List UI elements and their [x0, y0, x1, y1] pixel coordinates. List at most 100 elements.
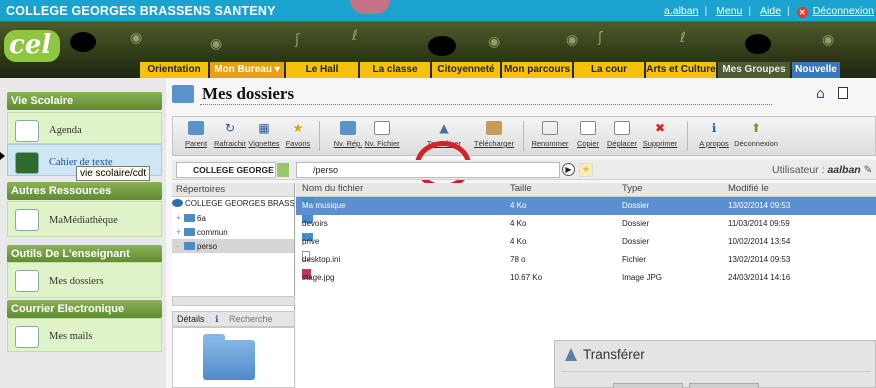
path-input[interactable]: /perso — [296, 162, 560, 178]
blackboard-icon — [15, 152, 39, 174]
tab-mon-bureau[interactable]: Mon Bureau ▾ — [210, 62, 284, 78]
sidebar-item-mes-dossiers[interactable]: Mes dossiers — [7, 262, 162, 298]
bookmark-star-icon[interactable]: ★ — [579, 163, 593, 177]
sidebar-section-outils-enseignant[interactable]: Outils De L'enseignant — [7, 245, 162, 263]
tab-la-cour[interactable]: La cour — [574, 62, 644, 78]
sidebar-item-mamediatheque[interactable]: MaMédiathèque — [7, 201, 162, 237]
column-name[interactable]: Nom du fichier — [302, 183, 363, 194]
decor-scribble-icon: ℓ — [680, 30, 686, 46]
tab-citoyennete[interactable]: Citoyenneté — [432, 62, 500, 78]
left-sidebar: Vie Scolaire Agenda Cahier de texte Autr… — [0, 78, 166, 388]
tree-item-6a[interactable]: +6a — [172, 211, 294, 225]
sidebar-item-agenda[interactable]: Agenda — [7, 112, 162, 144]
toolbar-divider — [523, 121, 524, 151]
folder-icon — [184, 214, 195, 222]
decor-scribble-icon: ℓ — [352, 28, 358, 44]
user-label: Utilisateur : aalban ✎ — [772, 164, 873, 176]
logout-icon[interactable]: ✕ — [796, 7, 808, 18]
tab-search[interactable]: Recherche — [225, 314, 277, 324]
dialog-button[interactable] — [613, 383, 683, 388]
tab-le-hall[interactable]: Le Hall — [286, 62, 358, 78]
parent-folder-icon — [188, 121, 204, 135]
column-size[interactable]: Taille — [510, 183, 532, 194]
column-type[interactable]: Type — [622, 183, 643, 194]
site-select[interactable]: COLLEGE GEORGE — [176, 162, 289, 178]
exit-icon: ⬆ — [750, 121, 762, 135]
folder-icon — [172, 85, 194, 103]
school-name: COLLEGE GEORGES BRASSENS SANTENY — [6, 4, 276, 18]
decor-eye-icon: ◉ — [822, 32, 835, 48]
help-link[interactable]: Aide — [758, 5, 783, 17]
toolbar-divider — [319, 121, 320, 151]
menu-link[interactable]: Menu — [714, 5, 744, 17]
cel-logo[interactable]: cel — [4, 30, 60, 62]
mail-icon — [15, 326, 39, 348]
dialog-title: Transférer — [583, 347, 645, 362]
new-folder-icon — [340, 121, 356, 135]
about-button[interactable]: ℹA propos — [691, 119, 737, 148]
tab-nouvelle[interactable]: Nouvelle — [792, 62, 840, 78]
large-folder-icon — [203, 334, 255, 380]
files-header: Nom du fichier Taille Type Modifié le — [296, 183, 876, 197]
chevron-down-icon[interactable] — [277, 163, 289, 177]
refresh-icon: ↻ — [224, 121, 236, 135]
network-icon — [172, 199, 183, 207]
title-underline — [200, 104, 772, 105]
download-button[interactable]: Télécharger — [471, 119, 517, 148]
tab-arts-et-culture[interactable]: Arts et Culture — [646, 62, 716, 78]
page-icon[interactable] — [838, 87, 848, 99]
logout-button[interactable]: ⬆ Déconnexion — [733, 119, 779, 148]
decor-scribble-icon: ʃ — [598, 30, 603, 46]
sidebar-section-vie-scolaire[interactable]: Vie Scolaire — [7, 92, 162, 110]
delete-button[interactable]: ✖ Supprimer — [637, 119, 683, 148]
star-icon: ★ — [292, 121, 304, 135]
tab-details[interactable]: Détails — [173, 314, 209, 324]
tooltip: vie scolaire/cdt — [76, 166, 151, 181]
info-icon: ℹ — [711, 121, 717, 135]
go-button[interactable]: ▶ — [562, 163, 575, 176]
table-row[interactable]: stage.jpg 10.67 Ko Image JPG 24/03/2014 … — [296, 269, 876, 287]
tab-orientation[interactable]: Orientation — [140, 62, 208, 78]
table-row[interactable]: prive 4 Ko Dossier 10/02/2014 13:54 — [296, 233, 876, 251]
table-row[interactable]: Ma musique 4 Ko Dossier 13/02/2014 09:53 — [296, 197, 876, 215]
agenda-icon — [15, 120, 39, 142]
new-file-button[interactable]: Nv. Fichier — [359, 119, 405, 148]
transfer-dialog: Transférer — [554, 340, 876, 388]
sidebar-section-courrier[interactable]: Courrier Electronique — [7, 300, 162, 318]
upload-person-icon: ▲ — [439, 121, 449, 135]
address-bar: COLLEGE GEORGE /perso ▶ ★ Utilisateur : … — [172, 160, 876, 180]
page-title: Mes dossiers — [202, 84, 295, 103]
tree-root[interactable]: COLLEGE GEORGES BRASSENS — [172, 197, 294, 211]
new-file-icon — [374, 121, 390, 135]
tab-la-classe[interactable]: La classe — [360, 62, 430, 78]
tab-mon-parcours[interactable]: Mon parcours — [502, 62, 572, 78]
tab-mes-groupes[interactable]: Mes Groupes — [718, 62, 790, 78]
dialog-button[interactable] — [689, 383, 759, 388]
decor-scribble-icon: ʃ — [295, 32, 300, 48]
column-date[interactable]: Modifié le — [728, 183, 769, 194]
decor-eye-icon: ◉ — [130, 30, 143, 46]
info-icon: ℹ — [215, 315, 219, 325]
folder-icon — [184, 228, 195, 236]
table-row[interactable]: devoirs 4 Ko Dossier 11/03/2014 09:59 — [296, 215, 876, 233]
folders-icon — [15, 270, 39, 292]
tree-item-commun[interactable]: + commun — [172, 225, 294, 239]
horizontal-scrollbar[interactable] — [172, 296, 295, 306]
sidebar-item-mes-mails[interactable]: Mes mails — [7, 318, 162, 352]
decor-eye-icon: ◉ — [210, 36, 223, 52]
sidebar-section-autres-ressources[interactable]: Autres Ressources — [7, 182, 162, 200]
table-row[interactable]: desktop.ini 78 o Fichier 13/02/2014 09:5… — [296, 251, 876, 269]
home-icon[interactable]: ⌂ — [816, 86, 825, 102]
details-tabs: Détails ℹ Recherche — [172, 311, 295, 327]
user-link[interactable]: a.alban — [662, 5, 700, 17]
mediatheque-icon — [15, 209, 39, 231]
edit-icon[interactable]: ✎ — [864, 164, 873, 176]
decor-blob-icon — [745, 34, 771, 54]
favorites-button[interactable]: ★ Favoris — [275, 119, 321, 148]
toolbar: Parent ↻ Rafraichir ▦ Vignettes ★ Favoris N… — [172, 116, 876, 189]
header-links: a.alban | Menu | Aide | ✕ Déconnexion — [662, 5, 876, 18]
pointer-arrow-icon — [0, 152, 5, 160]
logout-link[interactable]: Déconnexion — [811, 5, 876, 17]
directories-pane: Répertoires COLLEGE GEORGES BRASSENS +6a… — [172, 183, 295, 388]
tree-item-perso[interactable]: · perso — [172, 239, 294, 253]
